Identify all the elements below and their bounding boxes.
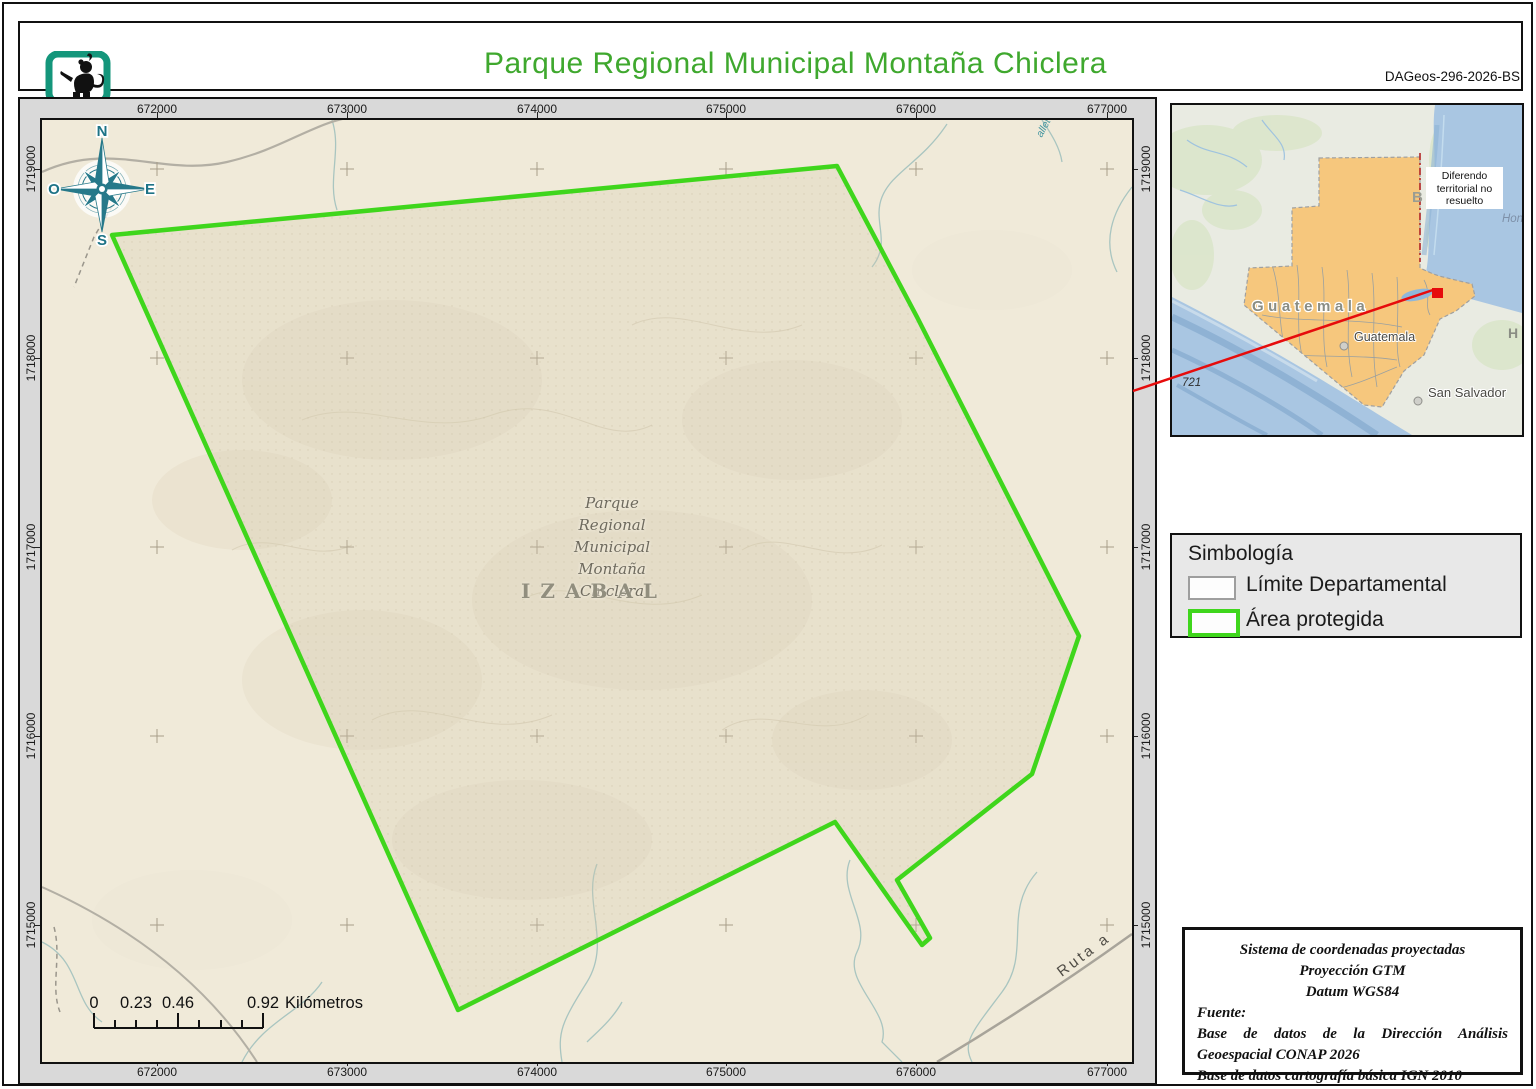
source-heading: Fuente: [1197, 1005, 1247, 1021]
protected-area-swatch-icon [1188, 609, 1240, 637]
map-canvas: N O E S 0 0.23 0.46 0.92 Kilómetros Parq… [40, 118, 1134, 1064]
x-axis-label: 677000 [1086, 1065, 1128, 1079]
document-id: DAGeos-296-2026-BS [1384, 69, 1520, 84]
projection-line: Datum WGS84 [1305, 984, 1400, 1000]
x-axis-label: 676000 [895, 1065, 937, 1079]
map-frame: 672000 673000 674000 675000 676000 67700… [18, 97, 1157, 1085]
scale-unit-label: Kilómetros [285, 994, 363, 1012]
compass-s-label: S [97, 232, 107, 249]
projection-line: Sistema de coordenadas proyectadas [1239, 942, 1466, 958]
honduras-label: Ho [1508, 325, 1522, 341]
scale-label: 0.46 [162, 994, 194, 1012]
y-axis-label: 1717000 [1139, 523, 1153, 571]
x-axis-label: 674000 [516, 1065, 558, 1079]
country-label: Guatemala [1252, 298, 1369, 315]
scale-label: 0.92 [247, 994, 279, 1012]
legend-title: Simbología [1188, 542, 1294, 565]
y-axis-label: 1719000 [1139, 145, 1153, 193]
legend-item-label: Límite Departamental [1246, 573, 1447, 596]
capital-city-label: Guatemala [1354, 330, 1415, 344]
locator-inset-map: Guatemala Guatemala San Salvador B Ho Ho… [1170, 103, 1524, 437]
projection-line: Proyección GTM [1299, 963, 1406, 979]
source-line: Base de datos cartografía básica IGN 201… [1197, 1068, 1462, 1084]
department-label: IZABAL [521, 579, 667, 603]
sea-label: Hond [1502, 213, 1522, 225]
legend: Simbología Límite Departamental Área pro… [1170, 533, 1522, 638]
city-label: San Salvador [1428, 385, 1507, 400]
y-axis-label: 1715000 [1139, 901, 1153, 949]
scale-label: 0 [89, 994, 98, 1012]
belize-label: B [1412, 189, 1423, 206]
compass-o-label: O [48, 181, 60, 198]
compass-e-label: E [145, 181, 155, 198]
compass-rose-icon: N O E S [46, 121, 156, 251]
credits-box: Sistema de coordenadas proyectadas Proye… [1182, 927, 1523, 1084]
source-line: Base de datos de la Dirección Análisis G… [1197, 1026, 1508, 1063]
legend-item-label: Área protegida [1246, 608, 1384, 631]
road-number-label: 721 [1182, 377, 1201, 389]
x-axis-label: 672000 [136, 1065, 178, 1079]
y-axis-label: 1718000 [1139, 334, 1153, 382]
x-axis-label: 673000 [326, 1065, 368, 1079]
scale-label: 0.23 [120, 994, 152, 1012]
scale-bar: 0 0.23 0.46 0.92 Kilómetros [89, 994, 363, 1029]
park-location-marker [1432, 288, 1443, 298]
compass-n-label: N [97, 123, 108, 140]
map-sheet: CONAP Parque Regional Municipal Montaña … [0, 0, 1536, 1089]
x-axis-label: 675000 [705, 1065, 747, 1079]
department-boundary-swatch-icon [1188, 576, 1236, 600]
y-axis-label: 1716000 [1139, 712, 1153, 760]
territorial-note: Diferendo territorial no resuelto [1426, 167, 1503, 209]
